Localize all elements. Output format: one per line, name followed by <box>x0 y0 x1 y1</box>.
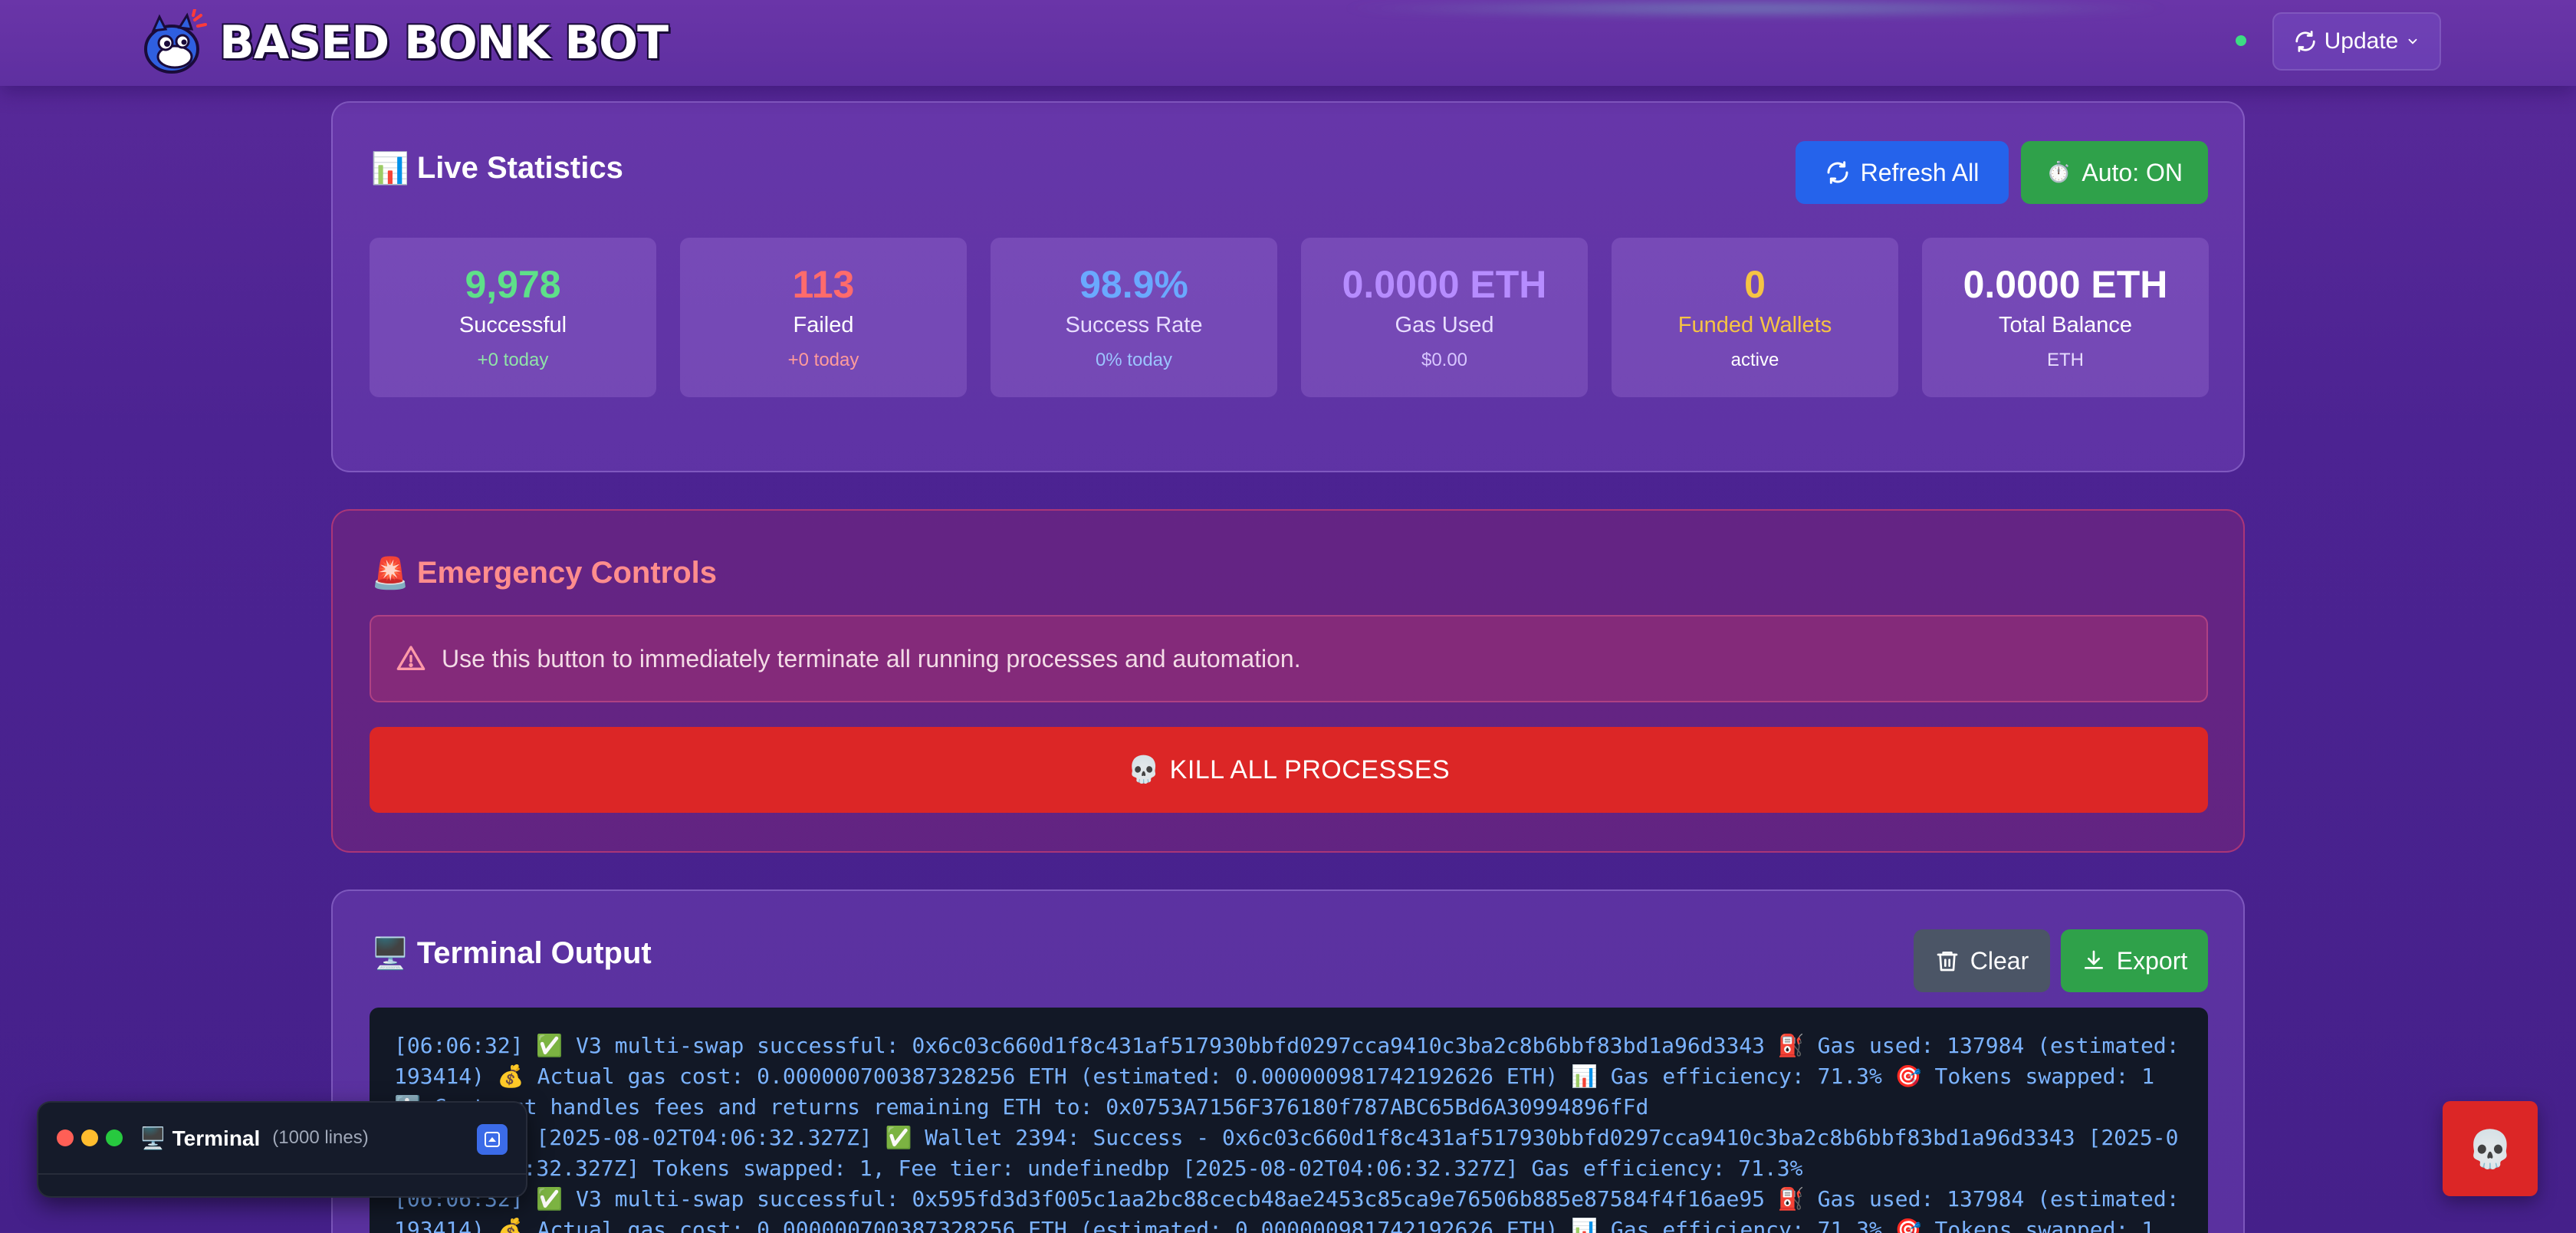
mini-terminal-title-text: Terminal <box>172 1126 261 1150</box>
clear-label: Clear <box>1970 946 2029 975</box>
terminal-log[interactable]: [06:06:32] ✅ V3 multi-swap successful: 0… <box>370 1008 2208 1233</box>
emergency-controls-title-text: Emergency Controls <box>416 556 718 590</box>
window-maximize-dot[interactable] <box>106 1129 123 1146</box>
stat-success-rate: 98.9% Success Rate 0% today <box>991 238 1277 397</box>
live-statistics-title: 📊 Live Statistics <box>371 150 623 186</box>
refresh-icon <box>1827 161 1848 184</box>
export-terminal-button[interactable]: Export <box>2061 929 2208 992</box>
download-icon <box>2084 950 2103 969</box>
mini-terminal-line-count: (1000 lines) <box>272 1127 369 1148</box>
chart-icon: 📊 <box>371 151 409 186</box>
stopwatch-icon: ⏱️ <box>2046 161 2072 184</box>
kill-all-processes-button[interactable]: 💀 KILL ALL PROCESSES <box>370 727 2208 813</box>
stat-label: Success Rate <box>1065 313 1203 337</box>
emergency-controls-title: 🚨 Emergency Controls <box>371 555 717 591</box>
auto-refresh-label: Auto: ON <box>2082 158 2183 186</box>
mini-terminal-divider <box>38 1173 526 1175</box>
mini-terminal-title: 🖥️ Terminal <box>140 1126 260 1151</box>
refresh-icon <box>2295 31 2315 52</box>
window-close-dot[interactable] <box>57 1129 74 1146</box>
app-header: BASED BONK BOT Update <box>0 0 2576 86</box>
stat-sub: active <box>1730 350 1779 370</box>
expand-terminal-button[interactable] <box>477 1124 508 1155</box>
stat-total-balance: 0.0000 ETH Total Balance ETH <box>1922 238 2209 397</box>
window-minimize-dot[interactable] <box>81 1129 98 1146</box>
stat-sub: ETH <box>2047 350 2084 370</box>
auto-refresh-toggle[interactable]: ⏱️ Auto: ON <box>2021 141 2208 204</box>
emergency-controls-card: 🚨 Emergency Controls Use this button to … <box>331 509 2245 853</box>
stat-funded-wallets: 0 Funded Wallets active <box>1612 238 1898 397</box>
emergency-warning: Use this button to immediately terminate… <box>370 615 2208 702</box>
update-label: Update <box>2324 28 2399 54</box>
stat-gas-used: 0.0000 ETH Gas Used $0.00 <box>1301 238 1588 397</box>
mascot-icon <box>144 9 207 74</box>
mini-terminal-header[interactable]: 🖥️ Terminal (1000 lines) <box>38 1103 526 1173</box>
stat-label: Total Balance <box>1998 313 2133 337</box>
monitor-icon: 🖥️ <box>140 1125 166 1151</box>
skull-icon: 💀 <box>2467 1127 2513 1171</box>
stat-value: 0.0000 ETH <box>1342 263 1547 306</box>
logo-text: BASED BONK BOT <box>219 16 669 70</box>
live-statistics-card: 📊 Live Statistics Refresh All ⏱️ Auto: O… <box>331 101 2245 472</box>
stat-label: Failed <box>793 313 854 337</box>
stat-label: Successful <box>458 313 567 337</box>
logo[interactable]: BASED BONK BOT <box>140 9 669 77</box>
stat-label: Funded Wallets <box>1677 313 1832 337</box>
stat-sub: $0.00 <box>1421 350 1468 370</box>
siren-icon: 🚨 <box>371 556 409 591</box>
emergency-kill-fab[interactable]: 💀 <box>2443 1101 2538 1196</box>
live-statistics-title-text: Live Statistics <box>416 151 623 185</box>
stat-sub: +0 today <box>477 350 549 370</box>
emergency-warning-text: Use this button to immediately terminate… <box>442 644 1301 672</box>
stat-sub: 0% today <box>1095 350 1173 370</box>
chevron-down-icon <box>2408 38 2417 44</box>
mini-terminal-panel[interactable]: 🖥️ Terminal (1000 lines) <box>37 1101 527 1198</box>
refresh-all-button[interactable]: Refresh All <box>1796 141 2009 204</box>
stat-label: Gas Used <box>1395 313 1494 337</box>
monitor-icon: 🖥️ <box>371 936 409 972</box>
update-dropdown-button[interactable]: Update <box>2272 12 2441 71</box>
stat-value: 0.0000 ETH <box>1963 263 2168 306</box>
skull-icon: 💀 <box>1127 755 1161 785</box>
terminal-output-title-text: Terminal Output <box>416 936 652 970</box>
kill-all-processes-label: KILL ALL PROCESSES <box>1169 755 1451 784</box>
terminal-output-card: 🖥️ Terminal Output Clear Export [06:06:3… <box>331 889 2245 1233</box>
stat-sub: +0 today <box>787 350 859 370</box>
stat-value: 98.9% <box>1079 263 1188 306</box>
stat-failed: 113 Failed +0 today <box>680 238 967 397</box>
stat-successful: 9,978 Successful +0 today <box>370 238 656 397</box>
clear-terminal-button[interactable]: Clear <box>1914 929 2050 992</box>
warning-triangle-icon <box>396 646 426 670</box>
connection-status-dot <box>2236 35 2246 46</box>
terminal-output-title: 🖥️ Terminal Output <box>371 935 652 972</box>
stat-value: 0 <box>1744 263 1766 306</box>
refresh-all-label: Refresh All <box>1860 158 1980 186</box>
trash-icon <box>1937 952 1958 972</box>
stat-value: 113 <box>792 263 855 306</box>
header-glow <box>1334 0 2177 17</box>
expand-up-icon <box>485 1132 500 1147</box>
export-label: Export <box>2116 946 2188 975</box>
stat-value: 9,978 <box>465 263 561 306</box>
